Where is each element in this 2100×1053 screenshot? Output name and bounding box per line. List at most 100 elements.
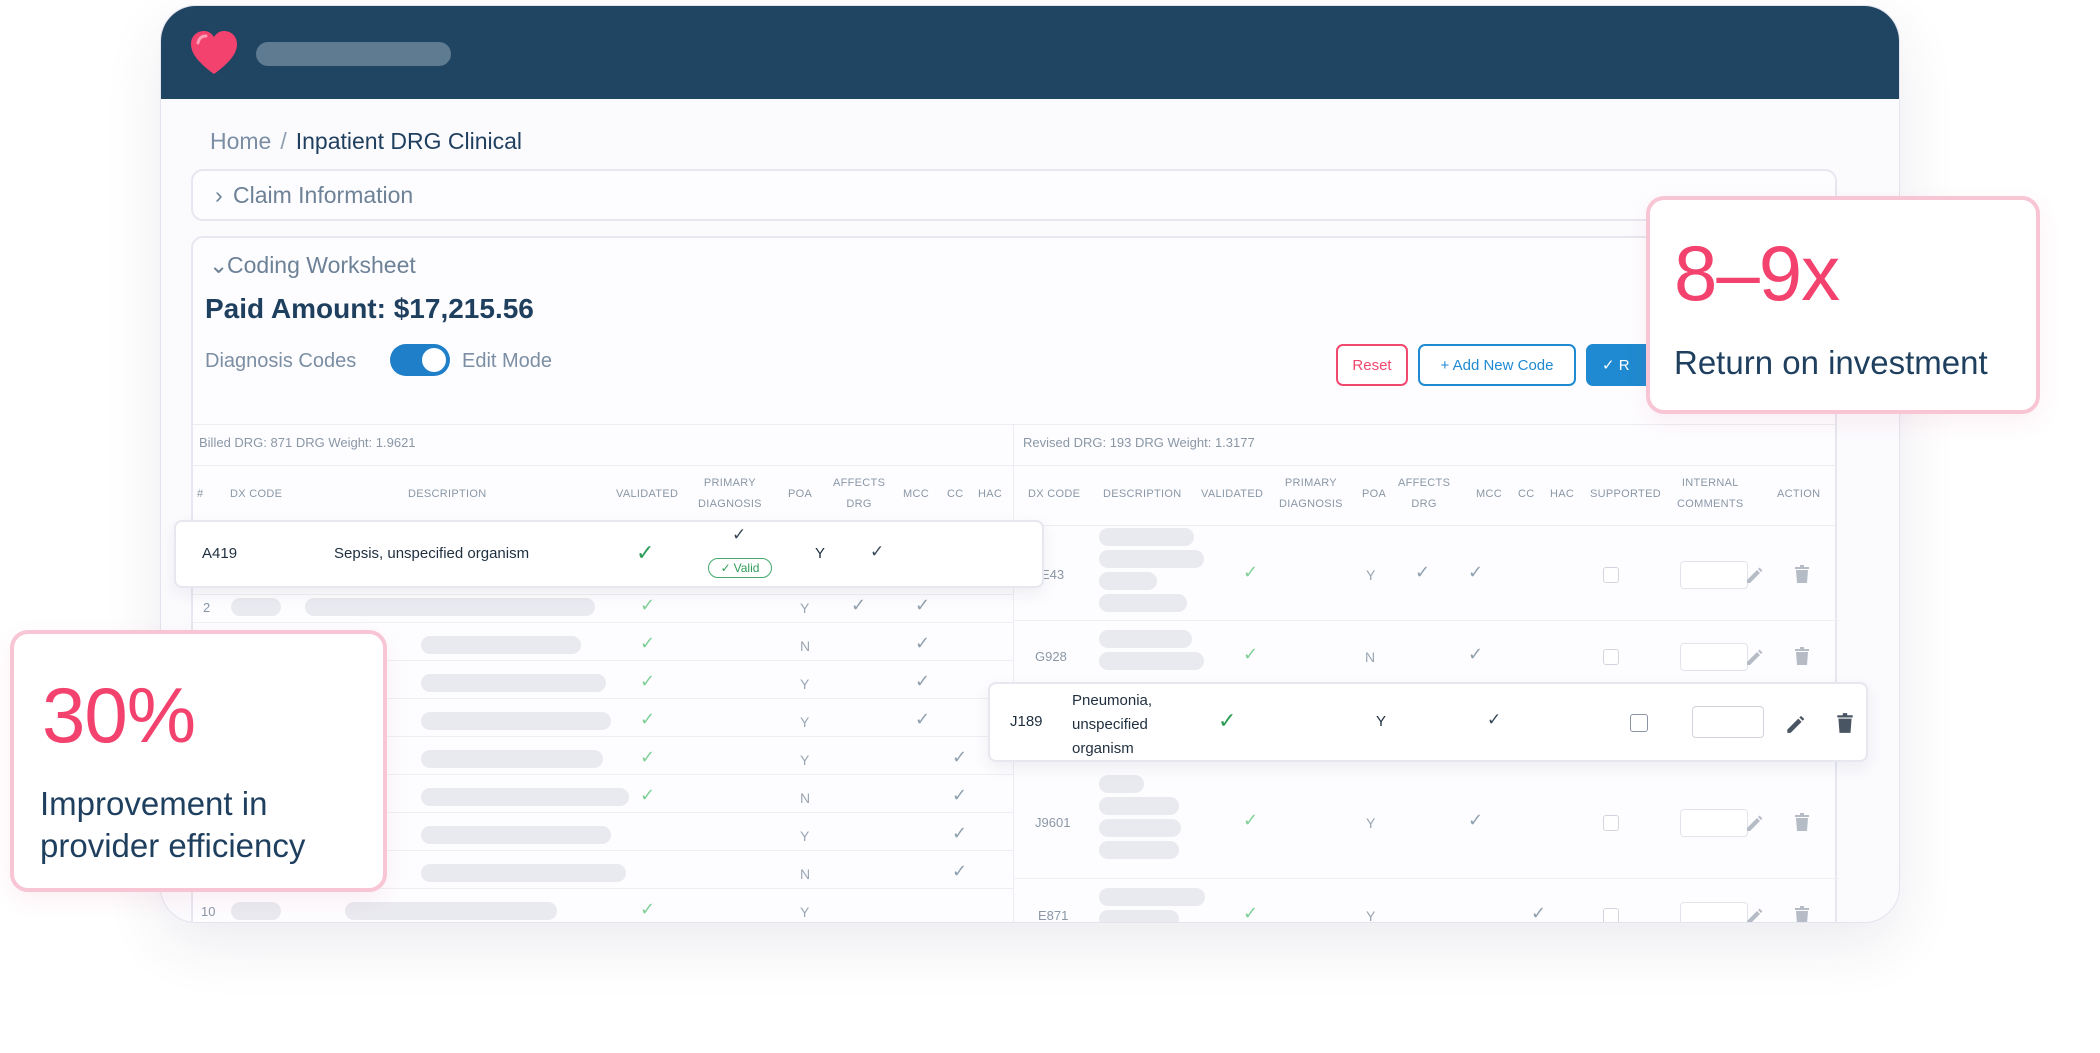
th-dx-code[interactable]: DX CODE: [230, 484, 282, 505]
description-placeholder: [1099, 819, 1181, 837]
supported-checkbox[interactable]: [1603, 567, 1619, 583]
description-placeholder: [421, 712, 611, 730]
th-cc-revised[interactable]: CC: [1518, 484, 1535, 505]
th-description[interactable]: DESCRIPTION: [408, 484, 486, 505]
claim-information-header[interactable]: › Claim Information: [215, 182, 413, 209]
supported-checkbox[interactable]: [1603, 908, 1619, 922]
th-supported[interactable]: SUPPORTED: [1590, 484, 1661, 505]
internal-comment-input[interactable]: [1680, 561, 1748, 589]
check-icon: ✓: [1468, 644, 1484, 664]
poa-value: N: [1365, 649, 1376, 665]
th-primary-diagnosis-revised[interactable]: PRIMARY DIAGNOSIS: [1279, 473, 1343, 515]
description-line2: unspecified: [1072, 716, 1148, 733]
check-icon: ✓: [952, 861, 968, 881]
supported-checkbox[interactable]: [1630, 714, 1648, 732]
poa-value: Y: [1376, 713, 1387, 730]
pencil-icon[interactable]: [1745, 812, 1763, 832]
check-icon: ✓: [640, 899, 656, 919]
edit-mode-toggle[interactable]: [390, 344, 450, 376]
coding-worksheet-header[interactable]: ⌄Coding Worksheet: [209, 252, 416, 279]
pencil-icon[interactable]: [1745, 905, 1763, 923]
check-icon: ✓: [1487, 710, 1502, 729]
th-hac-revised[interactable]: HAC: [1550, 484, 1574, 505]
th-cc[interactable]: CC: [947, 484, 964, 505]
th-validated-revised[interactable]: VALIDATED: [1201, 484, 1263, 505]
th-hac[interactable]: HAC: [978, 484, 1002, 505]
description-placeholder: [1099, 594, 1187, 612]
description-placeholder: [1099, 910, 1179, 922]
app-window: Home / Inpatient DRG Clinical › Claim Inf…: [160, 5, 1900, 923]
chevron-right-icon: ›: [215, 182, 223, 208]
poa-value: Y: [1366, 567, 1376, 583]
breadcrumb-home-link[interactable]: Home: [210, 128, 271, 155]
description: Sepsis, unspecified organism: [334, 545, 530, 562]
description-placeholder: [305, 598, 595, 616]
poa-value: Y: [800, 600, 810, 616]
description-placeholder: [1099, 797, 1179, 815]
pencil-icon[interactable]: [1745, 564, 1763, 584]
th-primary-diagnosis[interactable]: PRIMARY DIAGNOSIS: [698, 473, 762, 515]
check-icon: ✓: [1243, 562, 1259, 582]
description-placeholder: [421, 636, 581, 654]
divider: [193, 424, 1835, 425]
check-icon: ✓: [640, 595, 656, 615]
supported-checkbox[interactable]: [1603, 815, 1619, 831]
reset-button[interactable]: Reset: [1336, 344, 1408, 386]
internal-comment-input[interactable]: [1692, 706, 1764, 738]
description-placeholder: [421, 826, 611, 844]
th-dx-code-revised[interactable]: DX CODE: [1028, 484, 1080, 505]
row-divider: [1013, 878, 1839, 879]
diagnosis-codes-label: Diagnosis Codes: [205, 350, 357, 372]
trash-icon[interactable]: [1793, 905, 1811, 923]
poa-value: Y: [800, 714, 810, 730]
description-placeholder: [1099, 888, 1205, 906]
check-icon: ✓: [851, 595, 867, 615]
description-placeholder: [1099, 630, 1192, 648]
description-placeholder: [1099, 550, 1204, 568]
efficiency-label-line2: provider efficiency: [40, 827, 306, 864]
th-poa[interactable]: POA: [788, 484, 812, 505]
check-icon: ✓: [640, 633, 656, 653]
th-primary-line1: PRIMARY: [703, 477, 756, 489]
row-number: 10: [201, 904, 216, 919]
check-icon: ✓: [1468, 810, 1484, 830]
supported-checkbox[interactable]: [1603, 649, 1619, 665]
th-mcc[interactable]: MCC: [903, 484, 929, 505]
coding-worksheet-title: Coding Worksheet: [227, 252, 416, 278]
trash-icon[interactable]: [1835, 712, 1855, 734]
th-affects-drg-revised[interactable]: AFFECTS DRG: [1398, 473, 1450, 515]
check-icon: ✓: [1468, 562, 1484, 582]
description-placeholder: [345, 902, 557, 920]
dx-code: J9601: [1035, 815, 1071, 830]
th-validated[interactable]: VALIDATED: [616, 484, 678, 505]
trash-icon[interactable]: [1793, 646, 1811, 666]
th-num[interactable]: #: [197, 484, 203, 505]
internal-comment-input[interactable]: [1680, 643, 1748, 671]
check-icon: ✓: [870, 542, 885, 561]
pencil-icon[interactable]: [1745, 646, 1763, 666]
internal-comment-input[interactable]: [1680, 902, 1748, 922]
th-mcc-revised[interactable]: MCC: [1476, 484, 1502, 505]
efficiency-label: Improvement in provider efficiency: [40, 783, 305, 867]
th-poa-revised[interactable]: POA: [1362, 484, 1386, 505]
trash-icon[interactable]: [1793, 812, 1811, 832]
th-action[interactable]: ACTION: [1777, 484, 1820, 505]
check-icon: ✓: [915, 709, 931, 729]
highlighted-row-sepsis[interactable]: A419 Sepsis, unspecified organism ✓ ✓ ✓ V…: [174, 520, 1044, 588]
th-internal-comments[interactable]: INTERNAL COMMENTS: [1677, 473, 1744, 515]
internal-comment-input[interactable]: [1680, 809, 1748, 837]
heart-logo-icon[interactable]: [189, 30, 239, 76]
check-icon: ✓: [720, 561, 731, 575]
claim-information-section[interactable]: › Claim Information: [191, 169, 1837, 221]
add-new-code-button[interactable]: + Add New Code: [1418, 344, 1576, 386]
dx-code: E871: [1038, 908, 1069, 923]
row-divider: [193, 594, 1013, 595]
th-description-revised[interactable]: DESCRIPTION: [1103, 484, 1181, 505]
th-primary-line1: PRIMARY: [1284, 477, 1337, 489]
pencil-icon[interactable]: [1785, 712, 1805, 734]
th-affects-drg[interactable]: AFFECTS DRG: [833, 473, 885, 515]
highlighted-row-pneumonia[interactable]: J189 Pneumonia, unspecified organism ✓ Y ✓: [988, 682, 1868, 762]
toggle-knob: [422, 348, 446, 372]
trash-icon[interactable]: [1793, 564, 1811, 584]
th-affects-line1: AFFECTS: [1398, 477, 1451, 489]
